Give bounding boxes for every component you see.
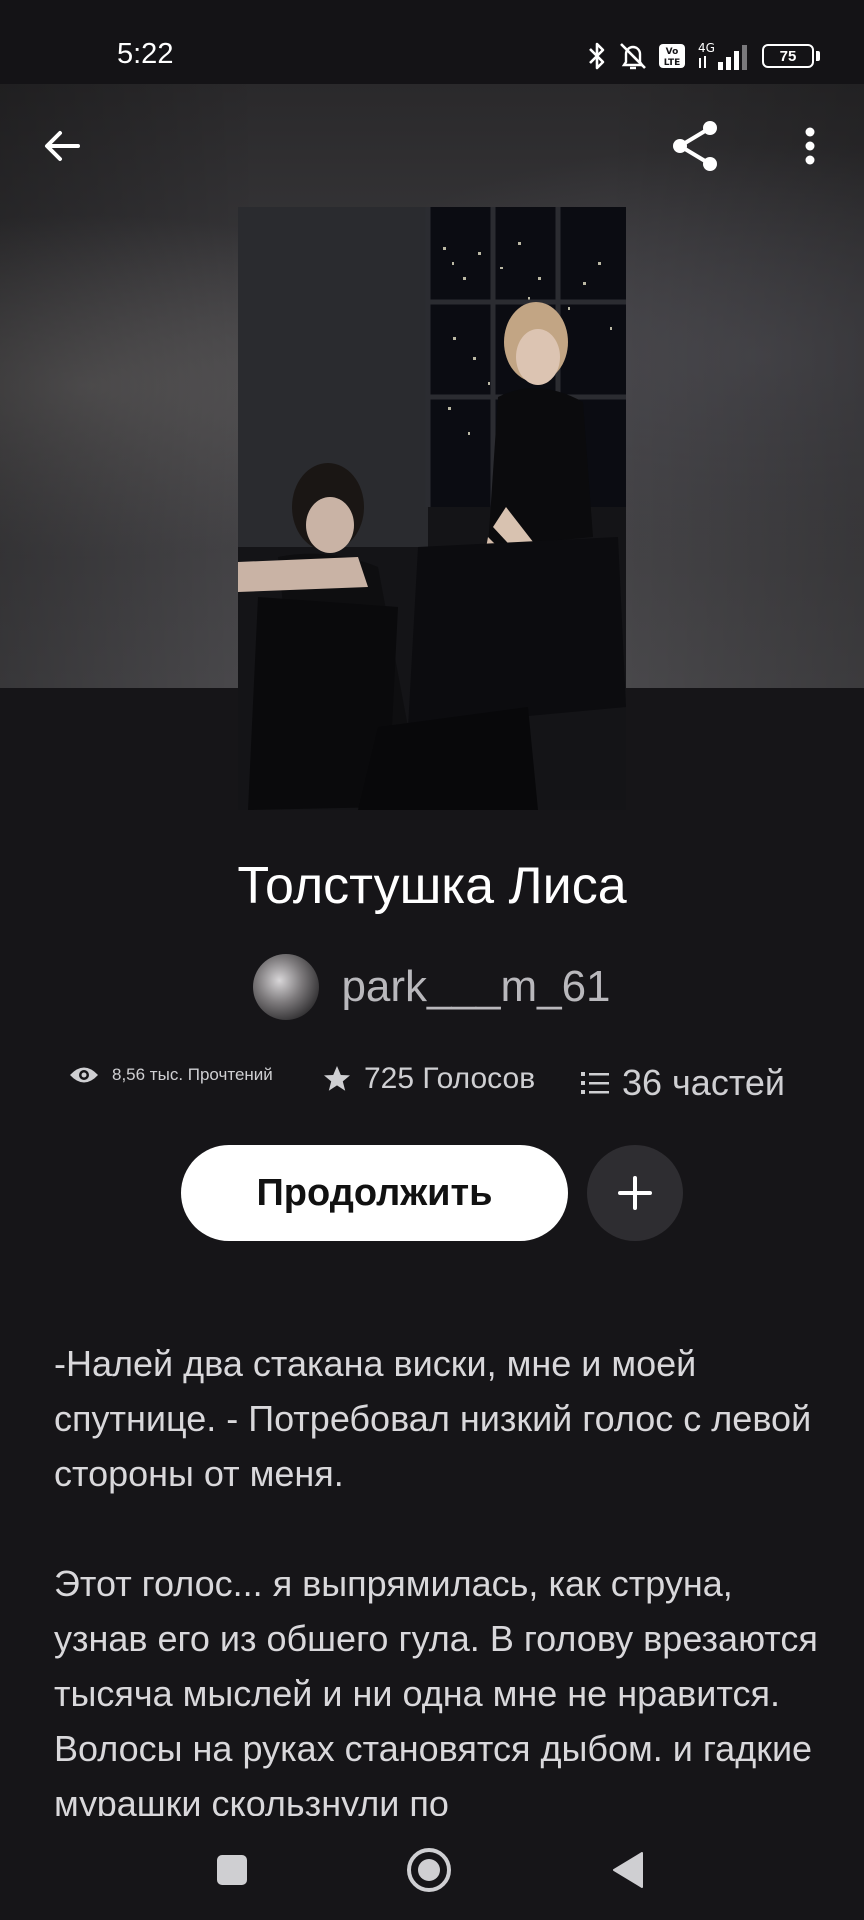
status-time: 5:22 (117, 38, 174, 70)
reads-count: 8,56 тыс. Прочтений (112, 1065, 273, 1084)
votes-count: 725 Голосов (364, 1062, 536, 1095)
parts-stat[interactable]: 36 частей (580, 1062, 785, 1104)
home-circle-icon (407, 1848, 451, 1892)
more-options-button[interactable] (778, 114, 842, 178)
volte-icon: Vo LTE (659, 44, 685, 68)
triangle-back-icon (613, 1852, 643, 1888)
description-paragraph: -Налей два стакана виски, мне и моей спу… (54, 1343, 812, 1494)
share-button[interactable] (664, 114, 728, 178)
author-avatar[interactable] (253, 954, 320, 1020)
story-title: Толстушка Лиса (237, 857, 627, 915)
signal-4g-icon: 4G (698, 41, 747, 70)
list-icon (581, 1072, 609, 1094)
plus-icon (618, 1176, 652, 1210)
back-nav-button[interactable] (604, 1846, 652, 1894)
battery-level: 75 (779, 47, 797, 65)
star-icon (324, 1066, 350, 1091)
home-button[interactable] (405, 1846, 453, 1894)
svg-text:4G: 4G (698, 41, 715, 55)
battery-icon: 75 (762, 44, 820, 68)
author-row[interactable]: park___m_61 (0, 952, 864, 1022)
arrow-left-icon (45, 131, 80, 161)
story-actions: Продолжить (0, 1145, 864, 1245)
bluetooth-icon (589, 42, 605, 70)
story-stats: 8,56 тыс. Прочтений 725 Голосов 36 часте… (0, 1060, 864, 1110)
votes-stat: 725 Голосов (322, 1062, 535, 1096)
add-to-library-button[interactable] (587, 1145, 683, 1241)
square-icon (217, 1855, 247, 1885)
back-button[interactable] (30, 114, 94, 178)
parts-count[interactable]: 36 частей (622, 1062, 785, 1104)
status-bar: 5:22 Vo LTE 4G 75 (0, 0, 864, 84)
recents-button[interactable] (208, 1846, 256, 1894)
story-cover-image[interactable] (238, 207, 626, 810)
author-name[interactable]: park___m_61 (341, 962, 610, 1012)
eye-icon (70, 1067, 98, 1083)
story-description: -Налей два стакана виски, мне и моей спу… (54, 1336, 824, 1816)
mute-bell-icon (620, 43, 646, 70)
svg-text:LTE: LTE (664, 58, 681, 68)
continue-reading-button[interactable]: Продолжить (181, 1145, 568, 1241)
reads-stat: 8,56 тыс. Прочтений (68, 1064, 273, 1086)
share-icon (673, 121, 717, 171)
status-icons: Vo LTE 4G 75 (586, 36, 820, 76)
svg-text:Vo: Vo (666, 47, 679, 57)
more-vertical-icon (805, 127, 815, 165)
description-paragraph: Этот голос... я выпрямилась, как струна,… (54, 1563, 818, 1816)
system-nav-bar (0, 1816, 864, 1920)
